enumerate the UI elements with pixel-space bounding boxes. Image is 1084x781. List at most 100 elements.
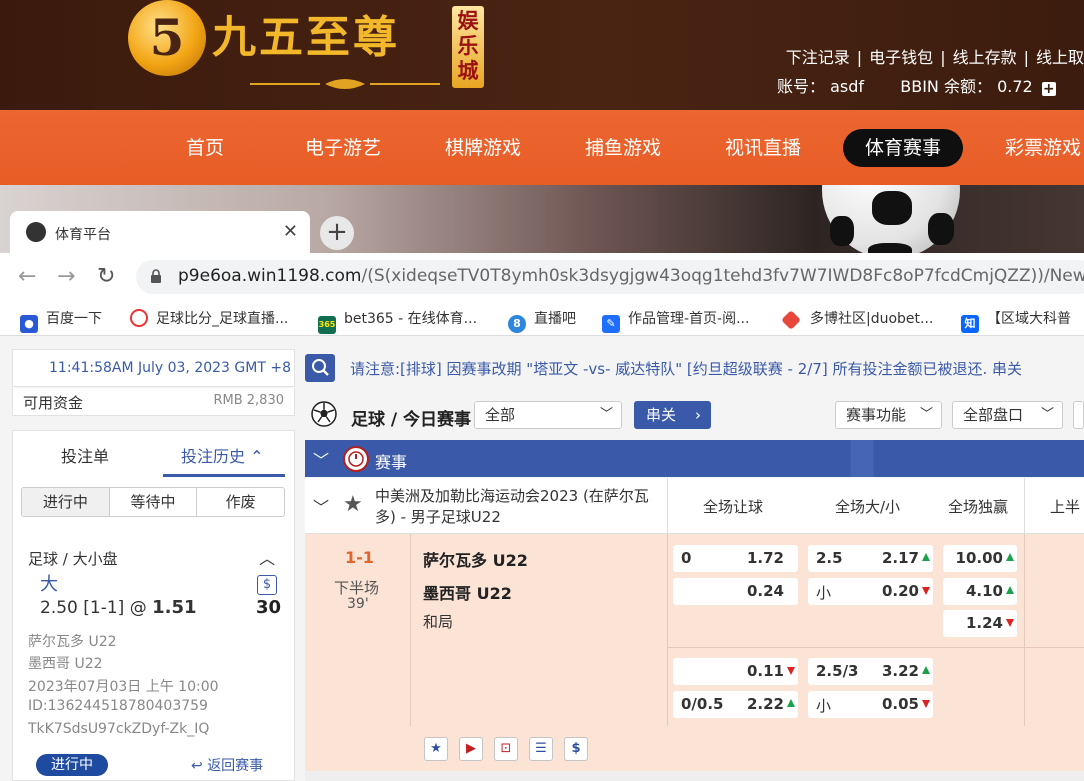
filter-running[interactable]: 进行中 — [22, 488, 109, 516]
announcement-marquee[interactable]: 请注意:[排球] 因赛事改期 "塔亚文 -vs- 威达特队" [约旦超级联赛 -… — [350, 358, 1022, 379]
odds-over[interactable]: 2.5 2.17 — [808, 545, 933, 572]
bookmarks-bar: ● 百度一下 足球比分_足球直播... 365 bet365 - 在线体育... 8… — [0, 299, 1084, 336]
stats-icon[interactable]: ☰ — [529, 737, 553, 761]
event-functions-dropdown[interactable]: 赛事功能 ﹀ — [835, 401, 942, 429]
bet-pick: 大 — [40, 574, 58, 595]
browser-tab[interactable]: 体育平台 ✕ — [10, 211, 310, 253]
chevron-right-icon: › — [695, 406, 701, 424]
ou2-line: 2.5/3 — [816, 662, 859, 680]
forward-arrow-icon[interactable]: → — [57, 264, 75, 289]
events-bar[interactable]: ﹀ 赛事 — [305, 440, 1084, 477]
tab-bet-slip[interactable]: 投注单 — [61, 443, 109, 467]
bet-stake: 30 — [256, 597, 282, 618]
collapse-chevron-icon[interactable]: ︿ — [259, 545, 275, 569]
under2-label: 小 — [816, 697, 832, 715]
bookmark-football-scores[interactable]: 足球比分_足球直播... — [130, 308, 288, 328]
hdp-away-odds: 0.24 — [746, 582, 784, 600]
chevron-down-icon[interactable]: ﹀ — [313, 494, 329, 518]
pitch-icon[interactable]: ⊡ — [494, 737, 518, 761]
nav-lottery[interactable]: 彩票游戏 — [1005, 129, 1081, 167]
link-deposit[interactable]: 线上存款 — [953, 48, 1017, 67]
new-tab-button[interactable]: + — [320, 216, 354, 250]
parlay-button[interactable]: 串关 › — [634, 401, 711, 429]
bookmark-zhihu[interactable]: 知【区域大科普 — [961, 308, 1071, 333]
nav-cards[interactable]: 棋牌游戏 — [445, 129, 521, 167]
funds-value: RMB 2,830 — [213, 393, 284, 408]
odds-over-2[interactable]: 2.5/3 3.22 — [808, 658, 933, 685]
over-odds: 2.17 — [881, 549, 919, 567]
bet-datetime: 2023年07月03日 上午 10:00 — [28, 679, 219, 695]
close-icon[interactable]: ✕ — [283, 221, 298, 242]
tab-bet-history[interactable]: 投注历史 ⌃ — [181, 443, 264, 467]
nav-live[interactable]: 视讯直播 — [725, 129, 801, 167]
filter-void[interactable]: 作废 — [196, 488, 284, 516]
bookmark-duobet[interactable]: 多博社区|duobet... — [781, 308, 933, 330]
address-bar[interactable]: p9e6oa.win1198.com/(S(xideqseTV0T8ymh0sk… — [136, 260, 1084, 294]
add-balance-icon[interactable]: + — [1041, 82, 1056, 96]
bet365-icon: 365 — [318, 316, 336, 334]
odds-under-2[interactable]: 小 0.05 — [808, 691, 933, 718]
odds-1x2-away[interactable]: 4.10 — [943, 578, 1017, 605]
all-markets-label: 全部盘口 — [963, 406, 1024, 424]
back-arrow-icon[interactable]: ← — [18, 264, 36, 289]
bet-ref: TkK7SdsU97ckZDyf-Zk_IQ — [28, 721, 210, 737]
bet-home-team: 萨尔瓦多 U22 — [28, 634, 117, 650]
bookmark-works[interactable]: ✎ 作品管理-首页-阅... — [602, 308, 749, 333]
x12-away-odds: 4.10 — [965, 582, 1003, 600]
back-to-event-link[interactable]: ↩ 返回赛事 — [191, 755, 263, 775]
reload-icon[interactable]: ↻ — [97, 264, 115, 289]
logo-emblem[interactable]: 5 — [128, 0, 206, 76]
odds-up-icon — [922, 666, 930, 674]
hdp2-away-odds: 2.22 — [746, 695, 784, 713]
nav-home[interactable]: 首页 — [186, 129, 224, 167]
draw-label: 和局 — [423, 613, 454, 631]
available-funds: 可用资金 RMB 2,830 — [12, 388, 295, 416]
chevron-down-icon: ﹀ — [599, 407, 613, 422]
divider — [667, 534, 668, 726]
nav-sports[interactable]: 体育赛事 — [843, 129, 964, 167]
match-minute: 39' — [347, 596, 369, 612]
more-dropdown[interactable] — [1073, 401, 1084, 429]
odds-1x2-home[interactable]: 10.00 — [943, 545, 1017, 572]
odds-up-icon — [787, 699, 795, 707]
bookmark-baidu[interactable]: ● 百度一下 — [20, 308, 102, 333]
all-markets-dropdown[interactable]: 全部盘口 ﹀ — [952, 401, 1063, 429]
dollar-icon[interactable]: $ — [257, 575, 277, 595]
sport-title: 足球 / 今日赛事 — [351, 410, 472, 430]
favorite-star-icon[interactable]: ★ — [343, 492, 363, 517]
odds-hdp-away[interactable]: 0.24 — [673, 578, 798, 605]
bookmark-bet365[interactable]: 365 bet365 - 在线体育... — [318, 308, 477, 334]
odds-hdp2-away[interactable]: 0/0.5 2.22 — [673, 691, 798, 718]
main-nav: 首页 电子游艺 棋牌游戏 捕鱼游戏 视讯直播 体育赛事 彩票游戏 — [0, 110, 1084, 185]
chevron-down-icon[interactable]: ﹀ — [313, 447, 329, 471]
tab-title: 体育平台 — [55, 227, 111, 243]
events-title: 赛事 — [375, 453, 408, 472]
nav-fishing[interactable]: 捕鱼游戏 — [585, 129, 661, 167]
dollar-icon[interactable]: $ — [564, 737, 588, 761]
logo-text[interactable]: 九五至尊 — [212, 10, 400, 66]
link-bet-history[interactable]: 下注记录 — [786, 48, 850, 67]
odds-1x2-draw[interactable]: 1.24 — [943, 610, 1017, 637]
logo-ornament — [250, 79, 440, 89]
tab-favicon-icon — [26, 222, 46, 242]
account-info: 账号： asdf BBIN 余额： 0.72 + — [777, 73, 1056, 97]
filter-waiting[interactable]: 等待中 — [108, 488, 197, 516]
balance-label: BBIN 余额： — [900, 77, 992, 96]
search-button[interactable] — [305, 354, 335, 382]
away-team: 墨西哥 U22 — [423, 584, 512, 603]
odds-under[interactable]: 小 0.20 — [808, 578, 933, 605]
col-over-under: 全场大/小 — [835, 498, 901, 516]
link-e-wallet[interactable]: 电子钱包 — [869, 48, 933, 67]
odds-hdp-home[interactable]: 0 1.72 — [673, 545, 798, 572]
hdp2-line: 0/0.5 — [681, 695, 724, 713]
filter-all-dropdown[interactable]: 全部 ﹀ — [474, 401, 622, 429]
account-label: 账号： — [777, 77, 826, 96]
return-arrow-icon: ↩ — [191, 758, 203, 774]
star-icon[interactable]: ★ — [424, 737, 448, 761]
link-withdraw[interactable]: 线上取 — [1036, 48, 1084, 67]
bookmark-zhibo8[interactable]: 8 直播吧 — [508, 308, 576, 333]
nav-slots[interactable]: 电子游艺 — [305, 129, 381, 167]
bet-type: 足球 / 大小盘 — [28, 550, 118, 568]
odds-hdp2-home[interactable]: 0.11 — [673, 658, 798, 685]
play-icon[interactable]: ▶ — [459, 737, 483, 761]
